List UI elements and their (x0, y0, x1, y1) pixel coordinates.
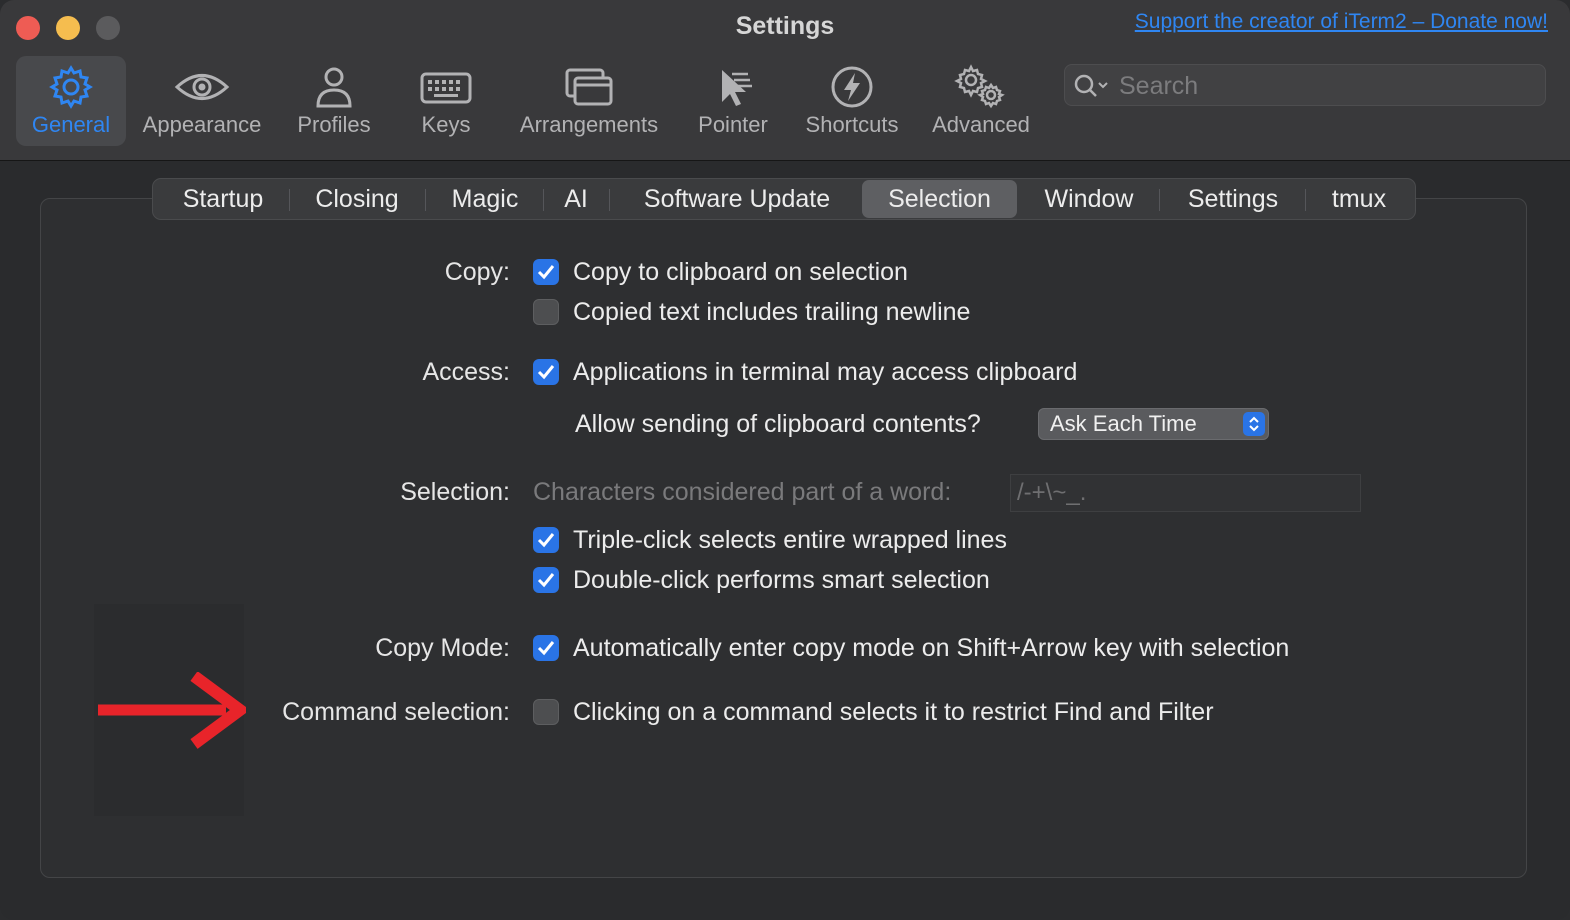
tab-startup[interactable]: Startup (163, 180, 283, 218)
up-down-arrows-icon (1243, 412, 1265, 436)
checkmark-icon (537, 365, 555, 380)
checkmark-icon (537, 641, 555, 656)
allow-sending-popup[interactable]: Ask Each Time (1038, 408, 1269, 440)
auto-copy-mode-text: Automatically enter copy mode on Shift+A… (573, 634, 1290, 662)
search-box[interactable] (1064, 64, 1546, 106)
toolbar-profiles[interactable]: Profiles (284, 56, 384, 146)
allow-sending-label: Allow sending of clipboard contents? (575, 410, 981, 438)
tab-magic[interactable]: Magic (431, 180, 539, 218)
toolbar-general[interactable]: General (16, 56, 126, 146)
word-chars-field[interactable]: /-+\~_. (1010, 474, 1361, 512)
bolt-icon (831, 66, 873, 108)
copy-to-clipboard-text: Copy to clipboard on selection (573, 258, 908, 286)
toolbar-pointer[interactable]: Pointer (690, 56, 776, 146)
tab-separator (609, 189, 610, 211)
apps-access-clipboard-checkbox[interactable] (533, 359, 559, 385)
double-click-checkbox[interactable] (533, 567, 559, 593)
command-selection-text: Clicking on a command selects it to rest… (573, 698, 1214, 726)
red-arrow-annotation (98, 672, 246, 749)
checkmark-icon (537, 265, 555, 280)
toolbar-label: Shortcuts (805, 112, 899, 137)
copy-mode-label: Copy Mode: (375, 634, 510, 662)
search-icon (1074, 74, 1108, 97)
tab-closing[interactable]: Closing (295, 180, 419, 218)
word-chars-label: Characters considered part of a word: (533, 478, 952, 506)
tab-software-update[interactable]: Software Update (615, 180, 859, 218)
gears-icon (954, 64, 1005, 109)
copy-to-clipboard-checkbox[interactable] (533, 259, 559, 285)
title-bar: Settings Support the creator of iTerm2 –… (0, 0, 1570, 161)
tab-separator (1305, 189, 1306, 211)
search-input[interactable] (1117, 69, 1531, 103)
double-click-text: Double-click performs smart selection (573, 566, 990, 594)
triple-click-checkbox[interactable] (533, 527, 559, 553)
allow-sending-value: Ask Each Time (1050, 411, 1197, 436)
checkmark-icon (537, 533, 555, 548)
toolbar-label: Advanced (932, 112, 1030, 137)
pointer-icon (722, 70, 752, 106)
toolbar-label: Appearance (142, 112, 262, 137)
tab-ai[interactable]: AI (549, 180, 603, 218)
toolbar-label: Keys (421, 112, 471, 137)
tab-window[interactable]: Window (1023, 180, 1155, 218)
checkmark-icon (537, 573, 555, 588)
toolbar-shortcuts[interactable]: Shortcuts (798, 56, 906, 146)
settings-window: Settings Support the creator of iTerm2 –… (0, 0, 1570, 920)
tab-separator (289, 189, 290, 211)
gear-icon (49, 65, 93, 109)
auto-copy-mode-checkbox[interactable] (533, 635, 559, 661)
toolbar-arrangements[interactable]: Arrangements (512, 56, 666, 146)
toolbar-label: Pointer (698, 112, 768, 137)
toolbar-appearance[interactable]: Appearance (136, 56, 268, 146)
windows-icon (565, 68, 613, 106)
toolbar-label: General (31, 112, 111, 137)
copy-label: Copy: (444, 258, 510, 286)
access-label: Access: (422, 358, 510, 386)
trailing-newline-text: Copied text includes trailing newline (573, 298, 971, 326)
command-selection-checkbox[interactable] (533, 699, 559, 725)
donate-link[interactable]: Support the creator of iTerm2 – Donate n… (1135, 10, 1548, 34)
toolbar-label: Arrangements (519, 112, 659, 137)
tab-separator (425, 189, 426, 211)
eye-icon (174, 74, 230, 100)
trailing-newline-checkbox[interactable] (533, 299, 559, 325)
toolbar-label: Profiles (297, 112, 371, 137)
keyboard-icon (420, 72, 472, 104)
command-selection-label: Command selection: (282, 698, 510, 726)
tab-separator (1159, 189, 1160, 211)
tab-settings[interactable]: Settings (1165, 180, 1301, 218)
toolbar-keys[interactable]: Keys (406, 56, 486, 146)
person-icon (316, 67, 352, 108)
tab-tmux[interactable]: tmux (1311, 180, 1407, 218)
triple-click-text: Triple-click selects entire wrapped line… (573, 526, 1007, 554)
tab-separator (543, 189, 544, 211)
selection-label: Selection: (400, 478, 510, 506)
apps-access-clipboard-text: Applications in terminal may access clip… (573, 358, 1078, 386)
toolbar-advanced[interactable]: Advanced (926, 56, 1036, 146)
tab-selection[interactable]: Selection (862, 180, 1017, 218)
tab-bar: Startup Closing Magic AI Software Update… (152, 178, 1416, 220)
